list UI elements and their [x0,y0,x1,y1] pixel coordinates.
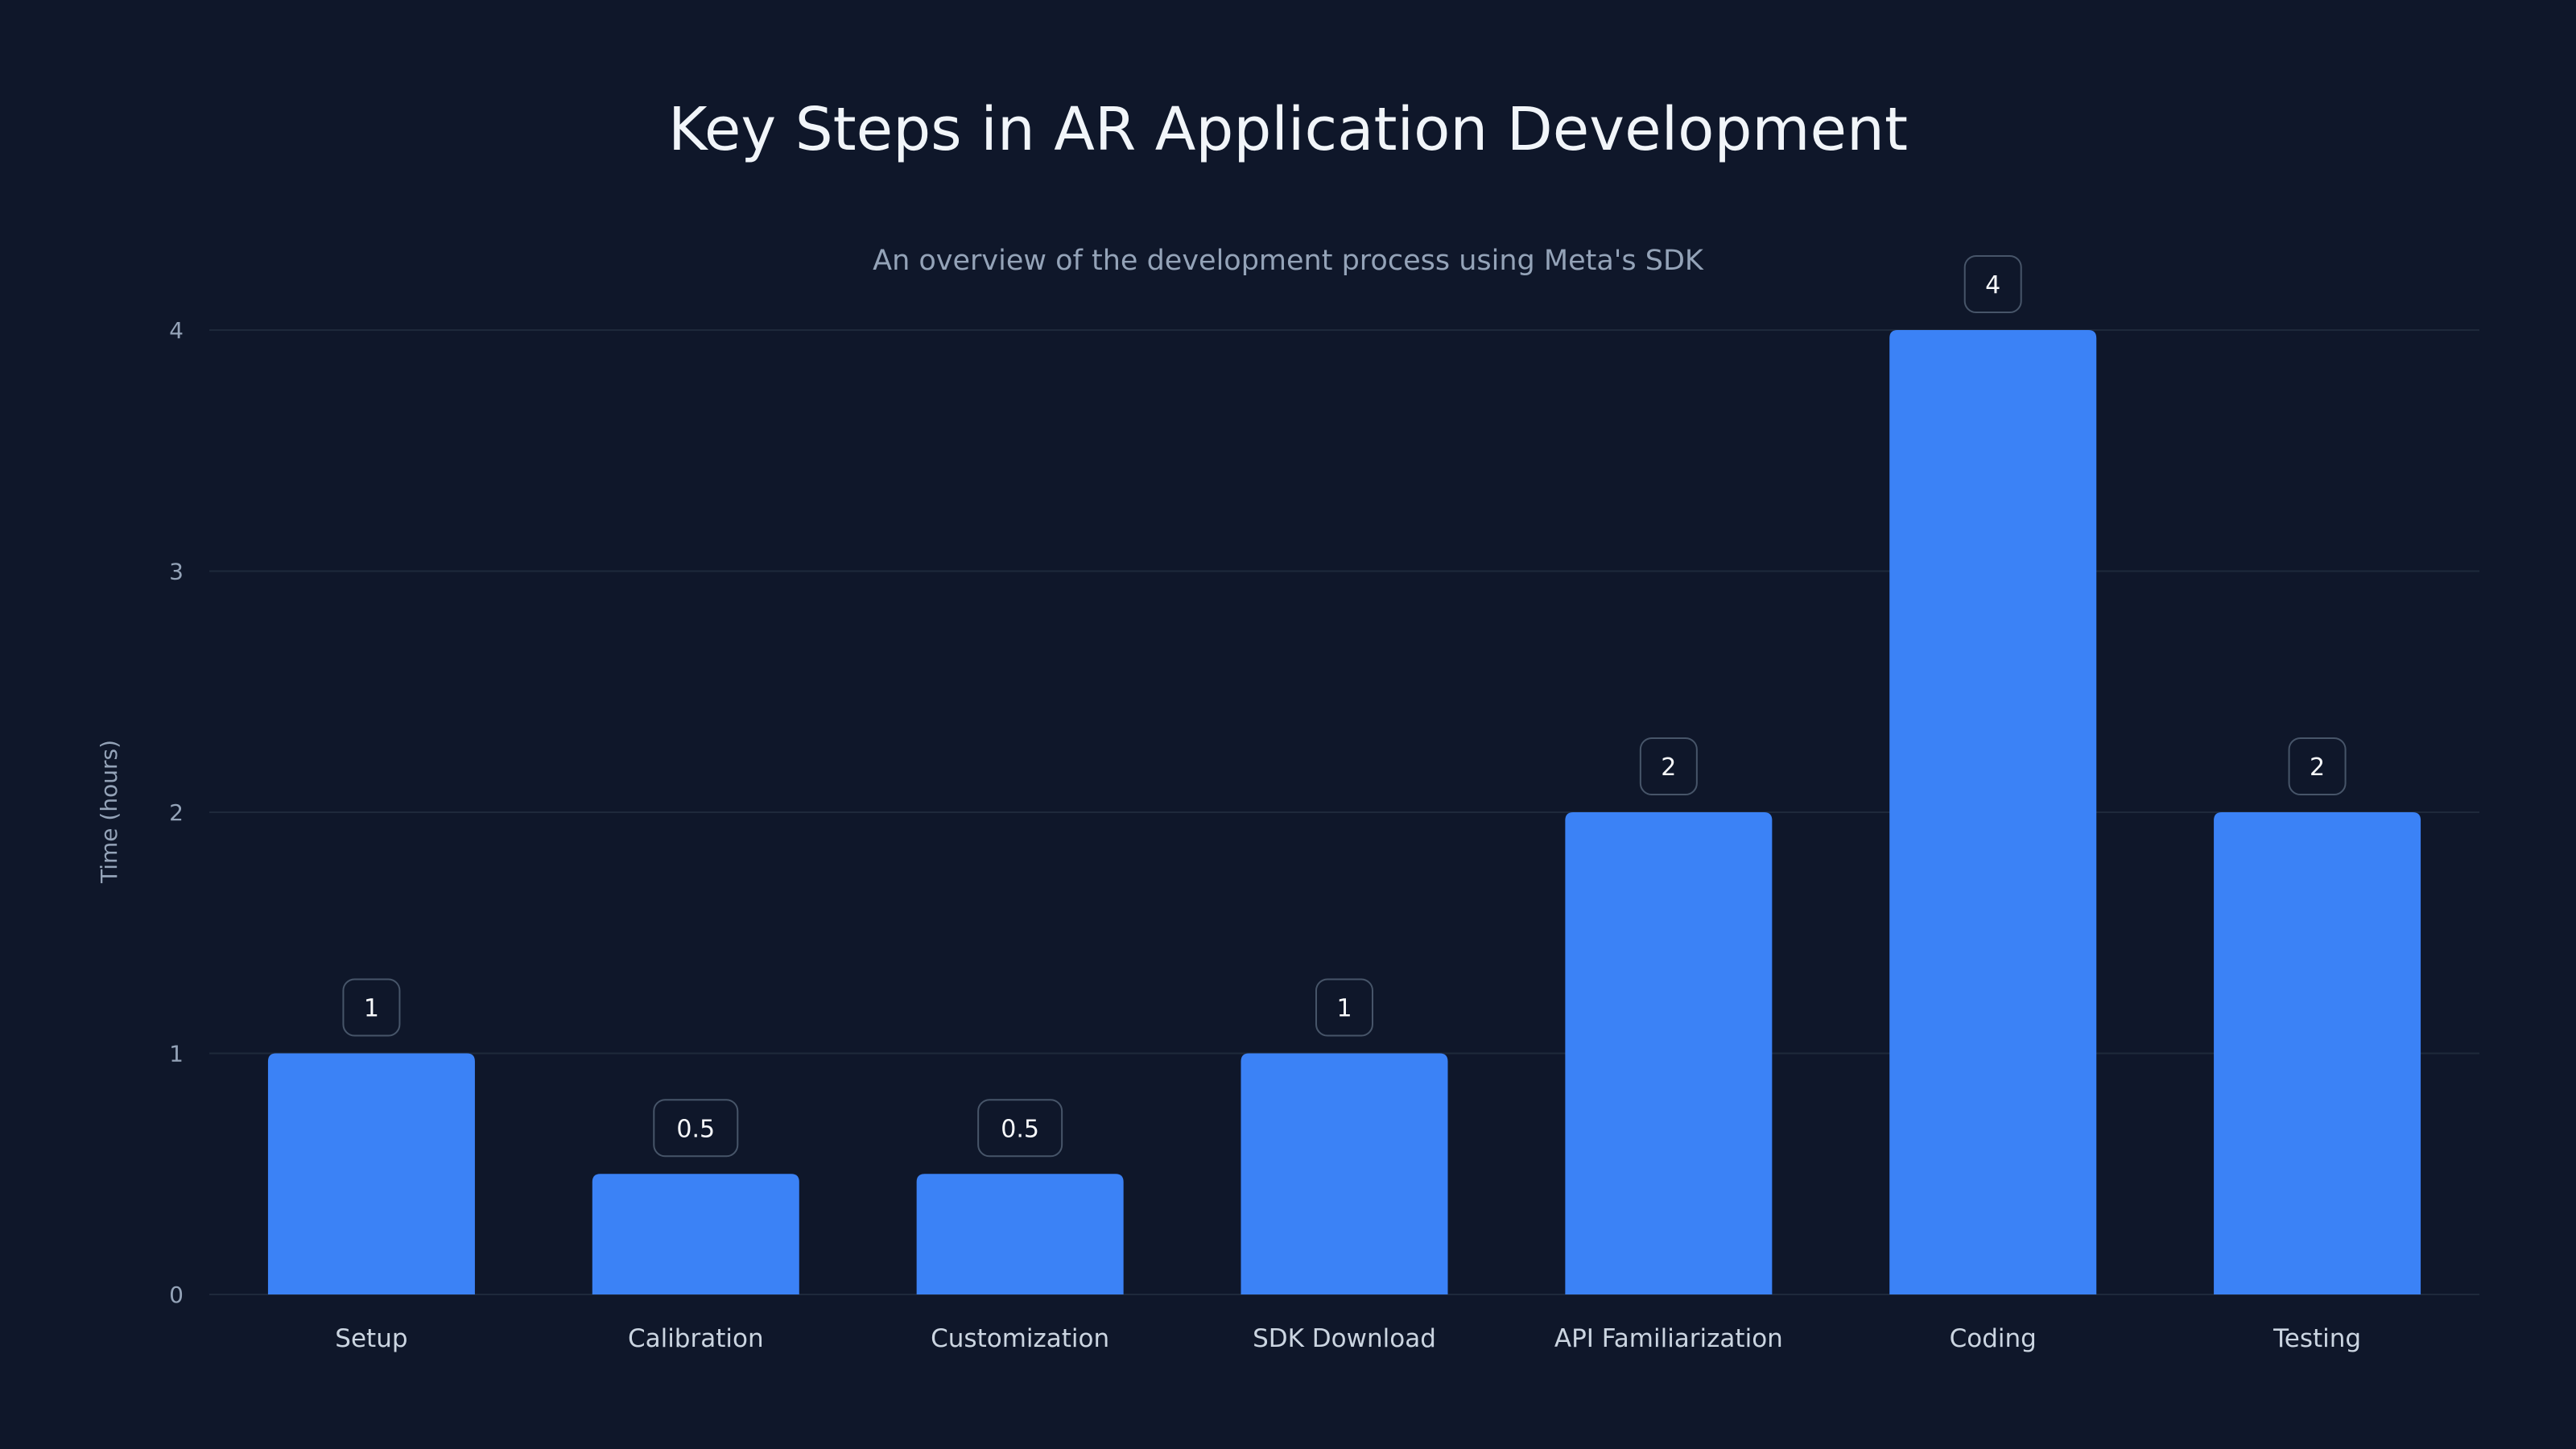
data-label-value: 2 [2310,753,2325,782]
data-label-value: 0.5 [676,1115,715,1143]
data-label: 1 [1315,978,1373,1037]
bar-api-familiarization [1565,812,1773,1294]
bar-calibration [592,1174,799,1294]
data-label-value: 1 [364,995,379,1023]
x-category-label: Coding [1950,1324,2037,1353]
bar-customization [916,1174,1124,1294]
x-category-label: Customization [931,1324,1109,1353]
x-axis-categories: Setup Calibration Customization SDK Downloa… [335,1324,2361,1353]
x-category-label: API Familiarization [1554,1324,1783,1353]
data-label-value: 2 [1661,753,1676,782]
x-category-label: Testing [2273,1324,2361,1353]
bar-testing [2214,812,2421,1294]
y-tick-label: 4 [169,317,184,344]
x-category-label: Setup [335,1324,407,1353]
data-label: 2 [1639,737,1698,795]
data-label: 0.5 [977,1099,1063,1158]
y-axis-ticks: 0 1 2 3 4 [169,317,184,1308]
data-label: 0.5 [653,1099,739,1158]
y-tick-label: 3 [169,559,184,585]
bar-chart: 0 1 2 3 4 Time (hours) 1 0.5 0.5 1 2 4 2 Setup Cali… [96,255,2479,1353]
y-axis-title: Time (hours) [96,740,122,884]
bar-setup [267,1053,475,1294]
data-label-value: 1 [1336,995,1352,1023]
bar-coding [1889,330,2097,1294]
y-tick-label: 2 [169,799,184,826]
data-label: 2 [2288,737,2347,795]
data-label-value: 0.5 [1001,1115,1039,1143]
x-category-label: Calibration [628,1324,764,1353]
data-label: 4 [1963,255,2022,313]
data-label-value: 4 [1985,271,2000,299]
y-tick-label: 0 [169,1282,184,1308]
data-label: 1 [342,978,401,1037]
x-category-label: SDK Download [1253,1324,1436,1353]
y-tick-label: 1 [169,1041,184,1067]
bar-sdk-download [1241,1053,1448,1294]
